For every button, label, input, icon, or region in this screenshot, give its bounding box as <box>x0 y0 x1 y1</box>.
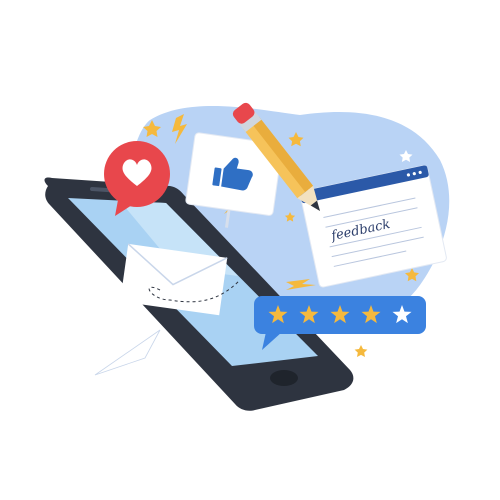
star-icon <box>354 345 368 357</box>
feedback-illustration: feedback <box>44 102 450 411</box>
paper-plane-icon <box>94 329 161 376</box>
phone-home-button <box>270 370 298 386</box>
